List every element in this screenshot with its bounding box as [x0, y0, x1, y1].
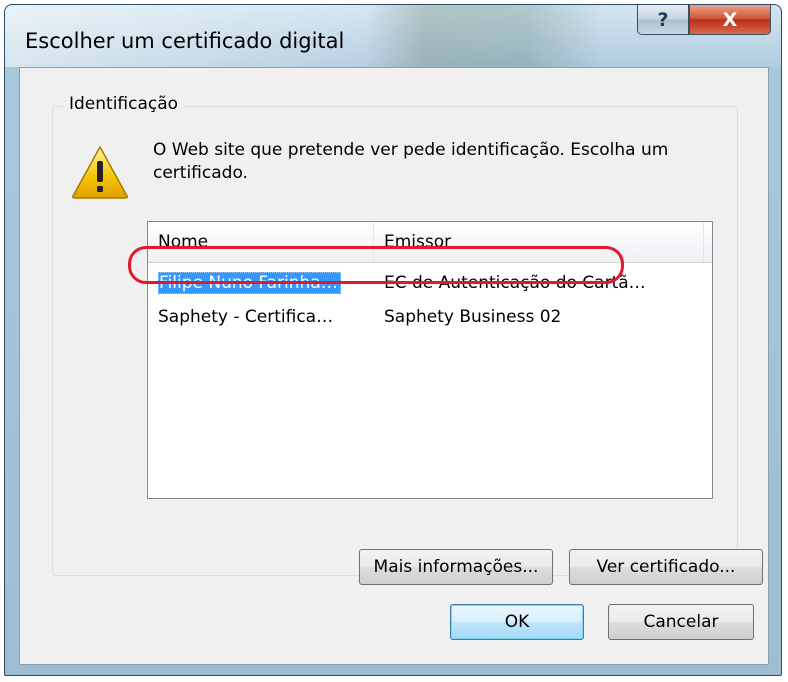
close-icon: X	[722, 8, 738, 31]
group-label: Identificação	[63, 94, 185, 114]
warning-icon	[72, 145, 128, 199]
dialog-body: Identificação O Web site que pretende ve…	[19, 67, 769, 665]
close-button[interactable]: X	[689, 5, 771, 35]
identification-message: O Web site que pretende ver pede identif…	[153, 140, 669, 183]
cell-emissor: Saphety Business 02	[384, 307, 562, 327]
cell-nome: Saphety - Certifica…	[158, 307, 334, 327]
help-button[interactable]: ?	[637, 5, 689, 35]
window-title: Escolher um certificado digital	[25, 29, 345, 53]
more-info-button[interactable]: Mais informações...	[359, 549, 553, 585]
ok-button[interactable]: OK	[450, 604, 584, 640]
annotation-highlight-ring	[128, 246, 624, 284]
title-bar[interactable]: Escolher um certificado digital ? X	[5, 5, 781, 67]
list-row[interactable]: Saphety - Certifica… Saphety Business 02	[148, 300, 712, 334]
identification-group: Identificação O Web site que pretende ve…	[52, 94, 763, 585]
cancel-button[interactable]: Cancelar	[608, 604, 754, 640]
dialog-window: Escolher um certificado digital ? X Iden…	[4, 4, 782, 676]
help-icon: ?	[657, 8, 669, 31]
view-certificate-button[interactable]: Ver certificado...	[569, 549, 763, 585]
